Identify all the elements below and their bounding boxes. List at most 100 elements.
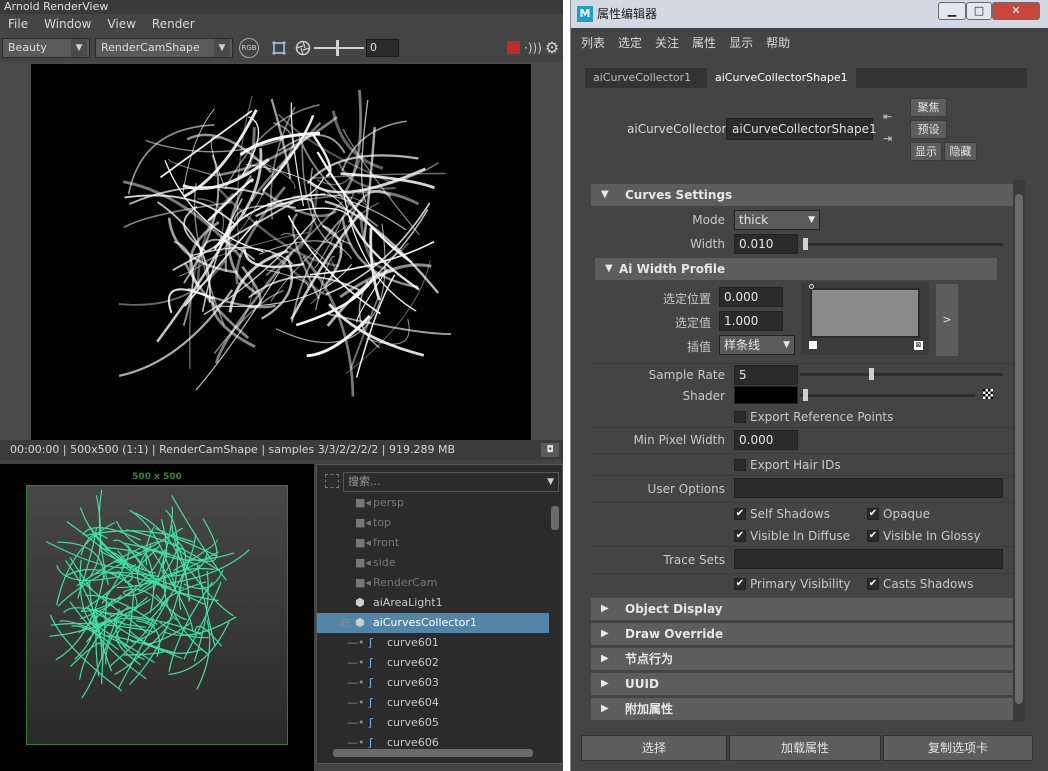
copy-tab-button[interactable]: 复制选项卡 [883,735,1033,761]
menu-focus[interactable]: 关注 [655,34,692,51]
aov-select[interactable]: Beauty ▼ [2,38,90,58]
hide-button[interactable]: 隐藏 [944,142,977,161]
outliner-item-persp[interactable]: ■◂ persp [317,493,549,513]
scene-viewport[interactable]: 500 x 500 [0,464,314,771]
menu-show[interactable]: 显示 [729,34,766,51]
outliner-item-curve603[interactable]: —• ʃ curve603 [317,673,549,693]
width-field[interactable]: 0.010 [734,234,798,254]
minimize-button[interactable]: ▁ [938,2,966,20]
visible-in-diffuse-checkbox[interactable]: ✔ [734,530,746,542]
chevron-down-icon: ▼ [808,215,815,225]
opaque-checkbox[interactable]: ✔ [867,508,879,520]
separator [591,502,1013,503]
node-name-field[interactable]: aiCurveCollectorShape1 [726,118,877,140]
load-attributes-button[interactable]: 加载属性 [729,735,881,761]
output-connection-icon[interactable]: ⇥ [883,132,899,146]
outliner-search-input[interactable]: 搜索... ▼ [343,472,559,492]
outliner-hscroll-thumb[interactable] [333,749,533,757]
primary-visibility-checkbox[interactable]: ✔ [734,578,746,590]
chevron-down-icon[interactable]: ▼ [547,473,554,491]
menu-file[interactable]: File [0,17,36,31]
selected-position-field[interactable]: 0.000 [719,287,783,307]
outliner-item-curve602[interactable]: —• ʃ curve602 [317,653,549,673]
shader-color-swatch[interactable] [734,386,798,404]
section-uuid[interactable]: ▶ UUID [591,673,1013,695]
export-reference-points-checkbox[interactable] [734,411,746,423]
exposure-field[interactable]: 0 [366,39,399,57]
interpolation-select[interactable]: 样条线 ▼ [719,335,795,355]
section-curves-settings[interactable]: ▼ Curves Settings [591,184,1013,206]
exposure-slider[interactable] [314,47,364,49]
outliner-vscrollbar[interactable] [550,493,560,745]
ramp-expand-button[interactable]: > [936,284,958,356]
ramp-widget[interactable]: ⊠ [801,282,929,355]
outliner-item-front[interactable]: ■◂ front [317,533,549,553]
outliner-vscroll-thumb[interactable] [551,506,559,530]
outliner-item-side[interactable]: ■◂ side [317,553,549,573]
casts-shadows-checkbox[interactable]: ✔ [867,578,879,590]
visible-in-diffuse-label: Visible In Diffuse [750,529,851,543]
visible-in-glossy-checkbox[interactable]: ✔ [867,530,879,542]
maximize-button[interactable]: □ [966,2,992,20]
width-slider-handle[interactable] [803,238,808,250]
menu-view[interactable]: View [99,17,143,31]
tab-aicurvecollectorshape1[interactable]: aiCurveCollectorShape1 [707,68,856,88]
filter-icon[interactable] [325,474,339,488]
selected-value-field[interactable]: 1.000 [719,311,783,331]
width-slider[interactable] [803,243,1003,246]
outliner-item-curve604[interactable]: —• ʃ curve604 [317,693,549,713]
outliner-item-curve601[interactable]: —• ʃ curve601 [317,633,549,653]
focus-button[interactable]: 聚焦 [910,98,947,117]
collapse-icon[interactable]: ⊟ [341,613,350,633]
self-shadows-checkbox[interactable]: ✔ [734,508,746,520]
sample-rate-slider[interactable] [800,373,1003,376]
selected-value-label: 选定值 [674,316,711,330]
tab-aicurvecollector1[interactable]: aiCurveCollector1 [585,68,699,88]
section-extra-attributes[interactable]: ▶ 附加属性 [591,698,1013,720]
outliner-item-rendercam[interactable]: ■◂ RenderCam [317,573,549,593]
input-connection-icon[interactable]: ⇤ [883,110,899,124]
sample-rate-field[interactable]: 5 [734,365,798,385]
outliner-item-aicurvescollector1[interactable]: ⊟ ⬢ aiCurvesCollector1 [317,613,549,633]
camera-select[interactable]: RenderCamShape ▼ [95,38,233,58]
exposure-slider-handle[interactable] [336,40,339,56]
ramp-point-handle[interactable] [809,284,814,289]
trace-sets-field[interactable] [734,549,1003,569]
select-button[interactable]: 选择 [581,735,727,761]
section-draw-override[interactable]: ▶ Draw Override [591,623,1013,645]
sample-rate-slider-handle[interactable] [869,368,875,380]
min-pixel-width-label: Min Pixel Width [633,433,725,447]
shader-slider-handle[interactable] [803,389,808,401]
ramp-gradient[interactable] [810,288,920,338]
crop-region-icon[interactable] [268,37,290,59]
menu-list[interactable]: 列表 [581,34,618,51]
gear-icon[interactable]: ⚙ [541,37,563,59]
outliner-item-curve605[interactable]: —• ʃ curve605 [317,713,549,733]
attribute-panel-scroll-thumb[interactable] [1015,194,1023,704]
close-button[interactable]: ✕ [992,2,1040,20]
presets-button[interactable]: 预设 [910,120,947,139]
user-options-field[interactable] [734,478,1003,498]
mode-select[interactable]: thick ▼ [734,210,820,230]
menu-render[interactable]: Render [144,17,203,31]
outliner-item-aiarealight1[interactable]: ⬢ aiAreaLight1 [317,593,549,613]
menu-help[interactable]: 帮助 [766,34,803,51]
min-pixel-width-field[interactable]: 0.000 [734,430,798,450]
section-object-display[interactable]: ▶ Object Display [591,598,1013,620]
snapshot-icon[interactable]: ◘ [541,443,559,457]
export-hair-ids-checkbox[interactable] [734,459,746,471]
aperture-icon[interactable] [292,37,314,59]
stop-render-icon[interactable] [507,41,520,54]
section-width-profile[interactable]: ▼ Ai Width Profile [595,258,997,280]
section-node-behavior[interactable]: ▶ 节点行为 [591,648,1013,670]
rgb-channels-icon[interactable]: RGB [239,38,259,58]
checker-map-icon[interactable] [983,389,993,399]
menu-window[interactable]: Window [36,17,99,31]
shader-slider[interactable] [800,394,975,397]
menu-attributes[interactable]: 属性 [692,34,729,51]
ramp-delete-icon[interactable]: ⊠ [914,341,923,350]
show-button[interactable]: 显示 [910,142,942,161]
menu-selected[interactable]: 选定 [618,34,655,51]
outliner-item-top[interactable]: ■◂ top [317,513,549,533]
ramp-marker[interactable] [809,341,817,349]
